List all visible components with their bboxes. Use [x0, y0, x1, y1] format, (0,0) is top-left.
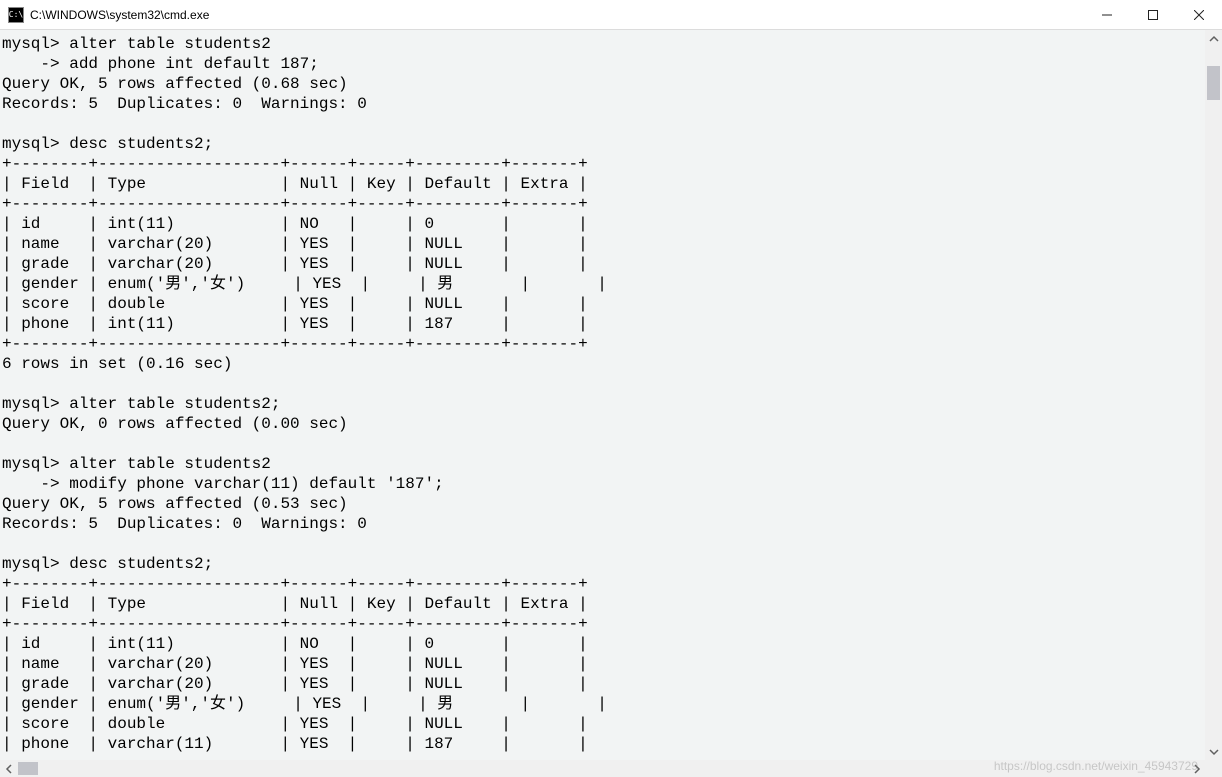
vertical-scrollbar[interactable]: [1205, 30, 1222, 760]
scroll-down-arrow[interactable]: [1205, 743, 1222, 760]
scroll-left-arrow[interactable]: [0, 760, 17, 777]
chevron-left-icon: [4, 764, 14, 774]
minimize-button[interactable]: [1084, 0, 1130, 29]
client-area: mysql> alter table students2 -> add phon…: [0, 30, 1222, 760]
window-title: C:\WINDOWS\system32\cmd.exe: [30, 8, 209, 22]
minimize-icon: [1102, 10, 1112, 20]
cmd-icon: C:\: [8, 7, 24, 23]
maximize-icon: [1148, 10, 1158, 20]
scrollbar-corner: [1205, 760, 1222, 777]
close-button[interactable]: [1176, 0, 1222, 29]
close-icon: [1194, 10, 1204, 20]
scroll-up-arrow[interactable]: [1205, 30, 1222, 47]
window-controls: [1084, 0, 1222, 29]
chevron-up-icon: [1209, 34, 1219, 44]
chevron-down-icon: [1209, 747, 1219, 757]
terminal-output[interactable]: mysql> alter table students2 -> add phon…: [0, 30, 1205, 760]
maximize-button[interactable]: [1130, 0, 1176, 29]
titlebar: C:\ C:\WINDOWS\system32\cmd.exe: [0, 0, 1222, 30]
horizontal-scroll-thumb[interactable]: [18, 762, 38, 775]
watermark: https://blog.csdn.net/weixin_45943729: [994, 759, 1198, 773]
vertical-scroll-thumb[interactable]: [1207, 66, 1220, 100]
